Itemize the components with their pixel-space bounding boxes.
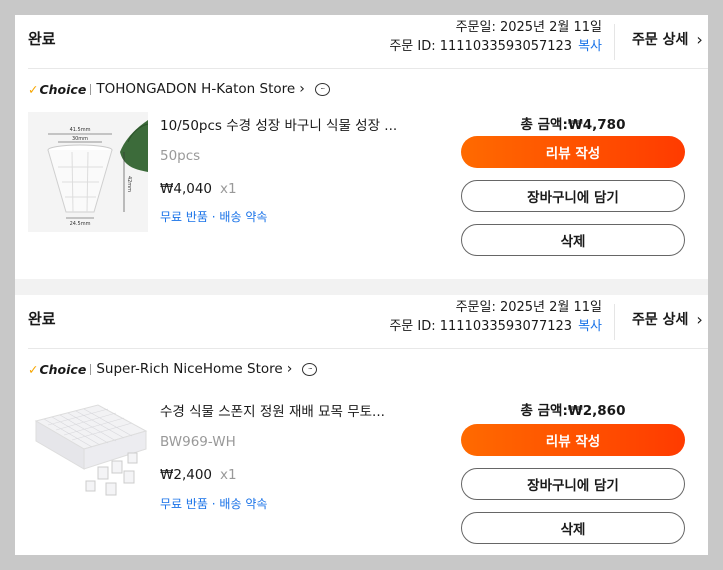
chat-icon[interactable]: ··· — [302, 362, 318, 376]
add-to-cart-button[interactable]: 장바구니에 담기 — [461, 468, 685, 500]
store-link[interactable]: Super-Rich NiceHome Store — [96, 361, 282, 377]
product-price: ₩2,400 x1 — [160, 467, 237, 483]
image-dimension-label: 30mm — [72, 136, 88, 142]
order-detail-link[interactable]: 주문 상세 › — [632, 309, 703, 329]
image-dimension-label: 42mm — [126, 176, 132, 192]
order-date: 주문일: 2025년 2월 11일 — [455, 300, 602, 315]
order-date: 주문일: 2025년 2월 11일 — [455, 20, 602, 35]
order-id: 주문 ID: 1111033593077123 — [389, 319, 573, 334]
product-variant: 50pcs — [160, 148, 201, 164]
chevron-right-icon[interactable]: › — [299, 81, 305, 97]
delete-button[interactable]: 삭제 — [461, 224, 685, 256]
order-status: 완료 — [28, 30, 56, 48]
product-quantity: x1 — [220, 181, 237, 197]
image-dimension-label: 41.5mm — [70, 127, 91, 133]
order-detail-link[interactable]: 주문 상세 › — [632, 29, 703, 49]
copy-link[interactable]: 복사 — [578, 319, 602, 334]
product-name[interactable]: 10/50pcs 수경 성장 바구니 식물 성장 ... — [160, 114, 397, 134]
chevron-right-icon: › — [696, 29, 703, 49]
divider — [28, 348, 708, 349]
copy-link[interactable]: 복사 — [578, 39, 602, 54]
choice-badge: ✓ Choice — [28, 361, 87, 377]
product-image[interactable] — [28, 391, 148, 511]
image-dimension-label: 24.5mm — [70, 221, 91, 227]
order-detail-label: 주문 상세 — [632, 312, 689, 328]
order-meta: 주문일: 2025년 2월 11일 주문 ID: 111103359305712… — [389, 18, 602, 56]
section-gap — [15, 279, 708, 295]
product-image[interactable]: 41.5mm 30mm 42mm 24.5mm — [28, 112, 148, 232]
write-review-button[interactable]: 리뷰 작성 — [461, 136, 685, 168]
order-meta: 주문일: 2025년 2월 11일 주문 ID: 111103359307712… — [389, 298, 602, 336]
check-icon: ✓ — [28, 361, 39, 377]
order-total: 총 금액:₩2,860 — [520, 403, 626, 419]
product-name[interactable]: 수경 식물 스폰지 정원 재배 묘목 무토... — [160, 400, 385, 420]
divider — [614, 24, 615, 60]
product-price: ₩4,040 x1 — [160, 181, 237, 197]
store-link[interactable]: TOHONGADON H-Katon Store — [96, 81, 295, 97]
order-card: 완료 주문일: 2025년 2월 11일 주문 ID: 111103359305… — [15, 15, 708, 279]
product-variant: BW969-WH — [160, 434, 236, 450]
write-review-button[interactable]: 리뷰 작성 — [461, 424, 685, 456]
order-detail-label: 주문 상세 — [632, 32, 689, 48]
order-total: 총 금액:₩4,780 — [520, 117, 626, 133]
divider — [90, 83, 92, 95]
store-row: ✓ Choice Super-Rich NiceHome Store › ··· — [28, 361, 318, 377]
choice-badge: ✓ Choice — [28, 81, 87, 97]
check-icon: ✓ — [28, 81, 39, 97]
divider — [90, 363, 92, 375]
delete-button[interactable]: 삭제 — [461, 512, 685, 544]
divider — [28, 68, 708, 69]
chevron-right-icon[interactable]: › — [287, 361, 293, 377]
order-card: 완료 주문일: 2025년 2월 11일 주문 ID: 111103359307… — [15, 295, 708, 555]
chevron-right-icon: › — [696, 309, 703, 329]
chat-icon[interactable]: ··· — [314, 82, 330, 96]
order-status: 완료 — [28, 310, 56, 328]
add-to-cart-button[interactable]: 장바구니에 담기 — [461, 180, 685, 212]
product-perks: 무료 반품 · 배송 약속 — [160, 497, 268, 511]
order-id: 주문 ID: 1111033593057123 — [389, 39, 573, 54]
product-quantity: x1 — [220, 467, 237, 483]
divider — [614, 304, 615, 340]
product-perks: 무료 반품 · 배송 약속 — [160, 210, 268, 224]
store-row: ✓ Choice TOHONGADON H-Katon Store › ··· — [28, 81, 330, 97]
